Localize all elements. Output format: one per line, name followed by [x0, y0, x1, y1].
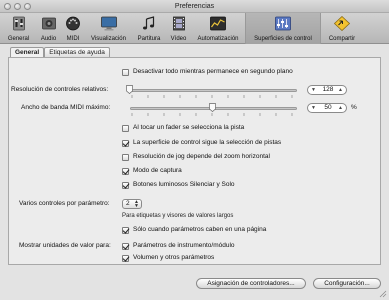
fit-page-label: Sólo cuando parámetros caben en una pági… [133, 226, 267, 233]
toolbar-item-audio[interactable]: Audio [36, 13, 61, 44]
toolbar-label: Partitura [137, 36, 161, 42]
multi-controls-label: Varios controles por parámetro: [19, 200, 110, 207]
toolbar-label: Compartir [328, 36, 356, 42]
multi-controls-popup[interactable]: 2 ▲ ▼ [122, 199, 142, 209]
fader-selects-track-checkbox[interactable] [122, 125, 129, 132]
relative-resolution-stepper[interactable]: ▼ 128 ▲ [307, 85, 347, 95]
minimize-window-icon[interactable] [14, 3, 21, 10]
preferences-toolbar: General Audio MIDI Visualización Partitu… [0, 13, 389, 44]
toolbar-label: Audio [40, 36, 57, 42]
fader-selects-track-label: Al tocar un fader se selecciona la pista [133, 124, 245, 131]
multi-controls-value: 2 [126, 200, 130, 207]
film-icon [172, 16, 185, 31]
mute-solo-buttons-checkbox[interactable] [122, 182, 129, 189]
toolbar-label: General [7, 36, 30, 42]
capture-mode-label: Modo de captura [133, 167, 182, 174]
midi-bandwidth-value: 50 [324, 104, 332, 111]
instrument-params-label: Parámetros de instrumento/módulo [133, 242, 235, 249]
relative-resolution-ticks [131, 95, 293, 98]
share-icon [333, 16, 351, 31]
relative-resolution-value: 128 [322, 86, 334, 93]
relative-resolution-track[interactable] [130, 89, 297, 92]
toolbar-item-superficies-de-control[interactable]: Superficies de control [245, 13, 321, 44]
toolbar-label: Visualización [91, 36, 126, 42]
title-bar: Preferencias [0, 0, 389, 13]
setup-button[interactable]: Configuración... [313, 278, 381, 289]
toolbar-item-partitura[interactable]: Partitura [133, 13, 165, 44]
music-notes-icon [143, 16, 155, 30]
midi-bandwidth-stepper[interactable]: ▼ 50 ▲ [307, 103, 347, 113]
increment-arrow-icon[interactable]: ▲ [338, 105, 343, 111]
decrement-arrow-icon[interactable]: ▼ [311, 87, 316, 93]
monitor-icon [100, 16, 117, 31]
midi-bandwidth-label: Ancho de banda MIDI máximo: [21, 104, 111, 111]
toolbar-label: Superficies de control [254, 36, 312, 42]
volume-params-label: Volumen y otros parámetros [133, 254, 215, 261]
gear-switch-icon [12, 16, 25, 31]
toolbar-item-automatizacion[interactable]: Automatización [192, 13, 244, 44]
toolbar-item-video[interactable]: Vídeo [166, 13, 191, 44]
surface-follows-selection-label: La superficie de control sigue la selecc… [133, 139, 282, 146]
disable-all-checkbox[interactable] [122, 69, 129, 76]
relative-resolution-knob[interactable] [126, 85, 133, 94]
decrement-arrow-icon[interactable]: ▼ [311, 105, 316, 111]
fit-page-checkbox[interactable] [122, 227, 129, 234]
toolbar-label: Automatización [197, 36, 239, 42]
increment-arrow-icon[interactable]: ▲ [338, 87, 343, 93]
resize-grip-icon[interactable] [379, 290, 387, 298]
toolbar-item-midi[interactable]: MIDI [62, 13, 84, 44]
disable-all-label: Desactivar todo mientras permanece en se… [133, 68, 293, 75]
multi-controls-note: Para etiquetas y visores de valores larg… [122, 213, 234, 219]
window-title: Preferencias [174, 3, 215, 10]
surface-follows-selection-checkbox[interactable] [122, 140, 129, 147]
midi-bandwidth-unit: % [351, 104, 357, 111]
controller-assignments-button[interactable]: Asignación de controladores... [196, 278, 306, 289]
capture-mode-checkbox[interactable] [122, 168, 129, 175]
popup-arrows-icon: ▲ ▼ [134, 199, 139, 209]
midi-bandwidth-knob[interactable] [209, 103, 216, 112]
preferences-window: Preferencias General Audio MIDI Visualiz… [0, 0, 389, 300]
zoom-window-icon[interactable] [24, 3, 31, 10]
general-panel: Desactivar todo mientras permanece en se… [8, 57, 381, 265]
volume-params-checkbox[interactable] [122, 255, 129, 262]
mute-solo-buttons-label: Botones luminosos Silenciar y Solo [133, 181, 235, 188]
instrument-params-checkbox[interactable] [122, 243, 129, 250]
automation-icon [210, 16, 226, 31]
toolbar-label: MIDI [66, 36, 80, 42]
toolbar-item-compartir[interactable]: Compartir [322, 13, 362, 44]
toolbar-item-visualizacion[interactable]: Visualización [85, 13, 132, 44]
midi-bandwidth-ticks [131, 113, 293, 116]
close-window-icon[interactable] [4, 3, 11, 10]
audio-icon [41, 17, 56, 30]
toolbar-item-general[interactable]: General [2, 13, 35, 44]
jog-resolution-zoom-label: Resolución de jog depende del zoom horiz… [133, 153, 270, 160]
toolbar-label: Vídeo [170, 36, 187, 42]
relative-resolution-label: Resolución de controles relativos: [11, 86, 109, 93]
control-surface-icon [275, 16, 291, 31]
jog-resolution-zoom-checkbox[interactable] [122, 154, 129, 161]
value-units-label: Mostrar unidades de valor para: [19, 242, 111, 249]
midi-connector-icon [66, 16, 80, 31]
